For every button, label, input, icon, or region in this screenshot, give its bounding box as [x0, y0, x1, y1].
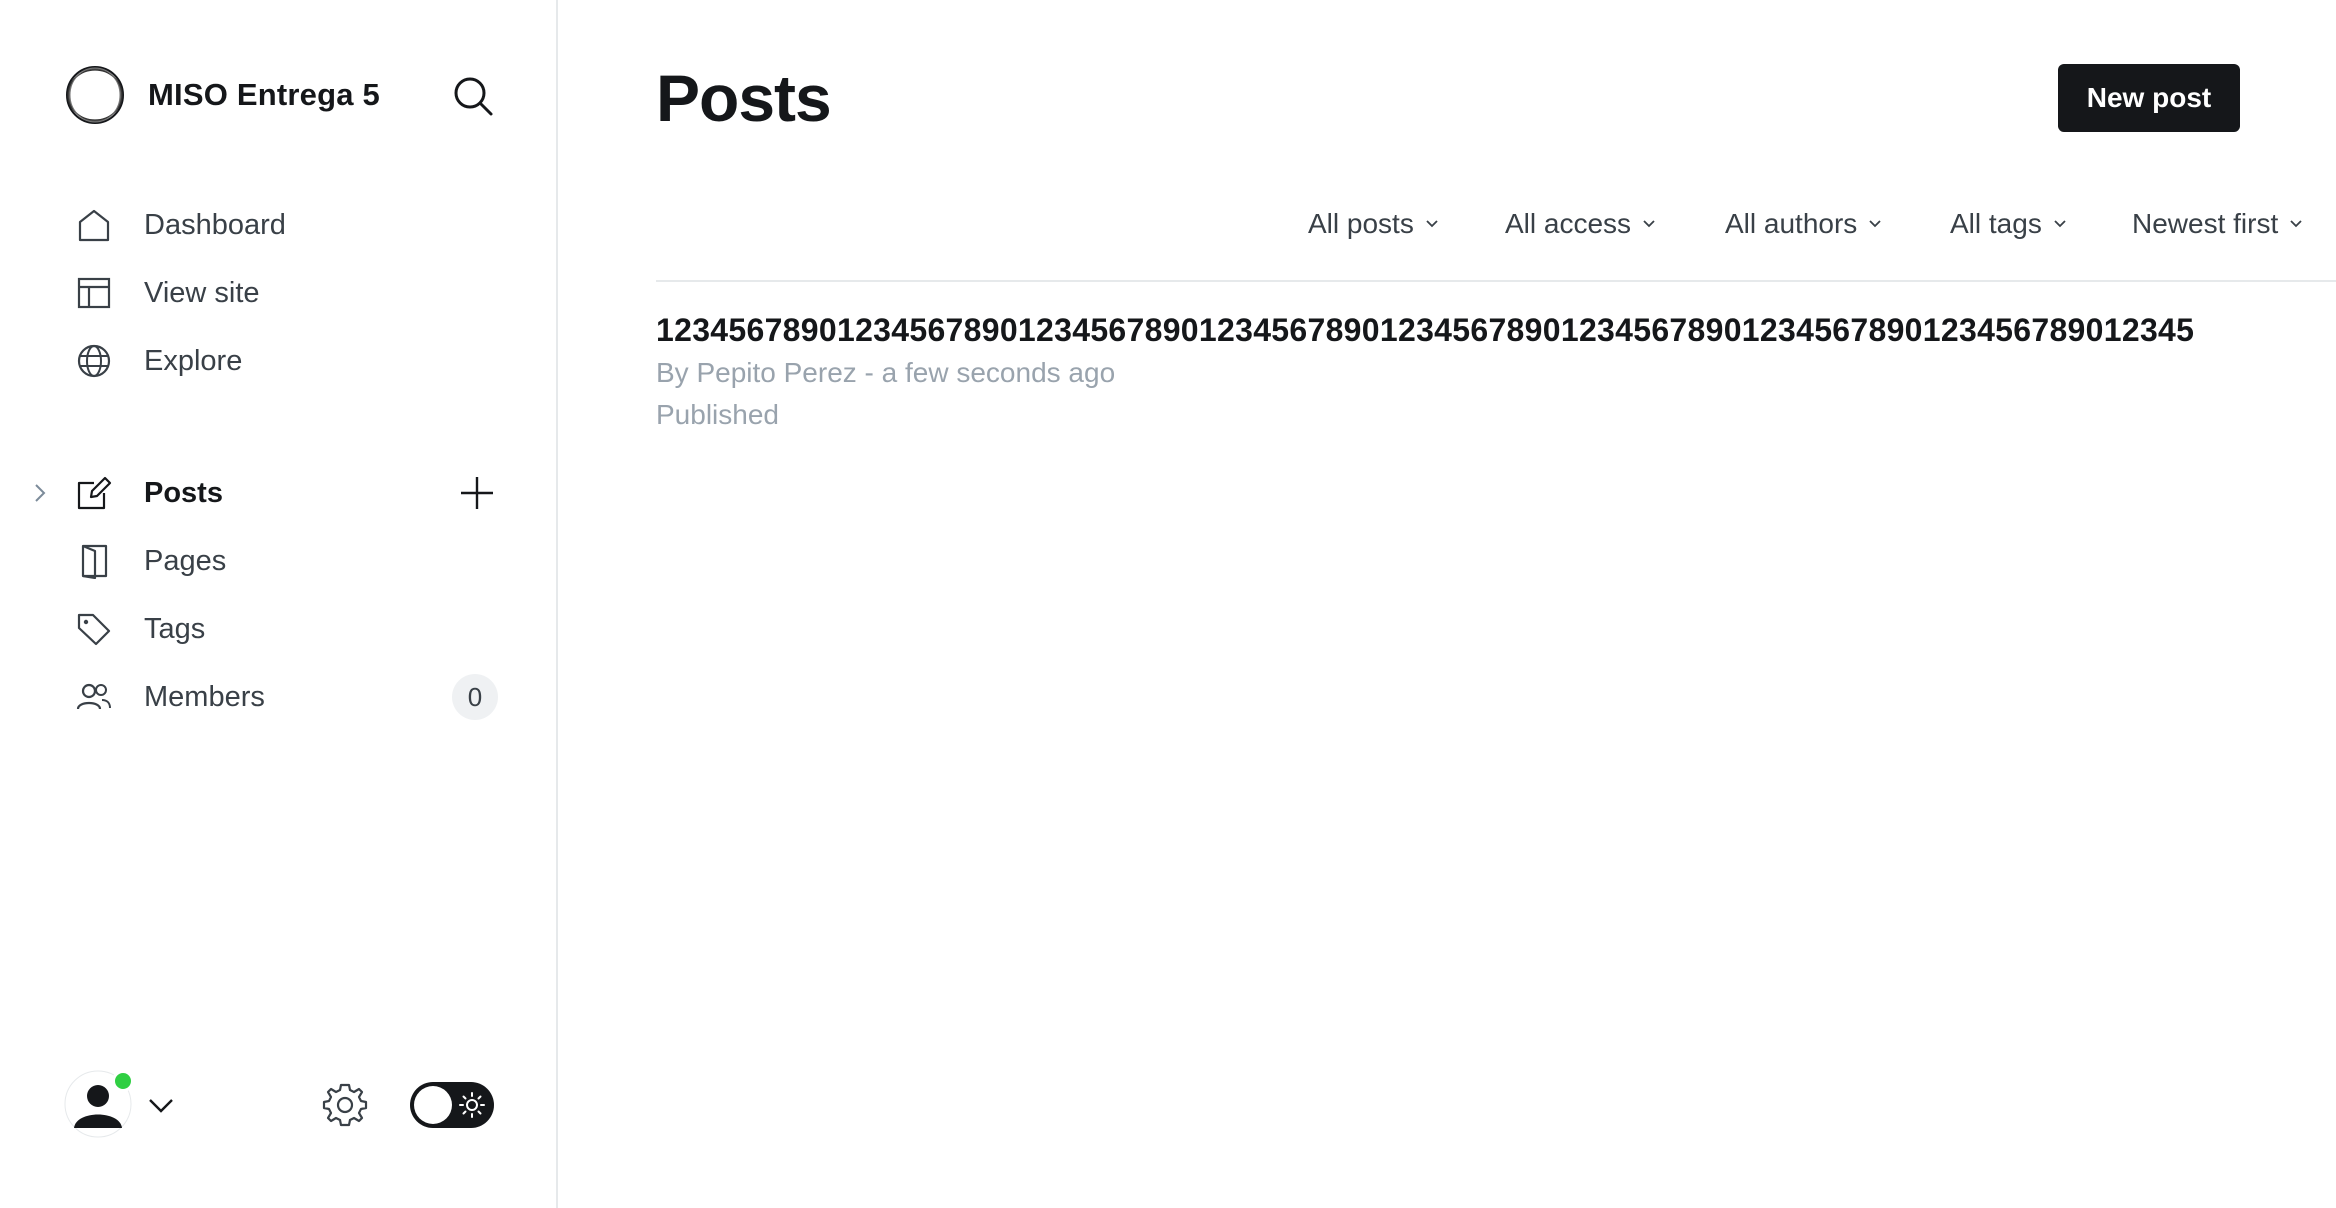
filter-bar: All posts All access All authors All tag… — [656, 190, 2336, 282]
add-post-icon[interactable] — [458, 474, 496, 512]
chevron-down-icon[interactable] — [146, 1094, 176, 1116]
sidebar-item-label: Posts — [144, 476, 223, 509]
sidebar-item-posts[interactable]: Posts — [0, 459, 558, 527]
post-status: Published — [656, 399, 779, 430]
chevron-down-icon — [2290, 220, 2302, 228]
filter-label: Newest first — [2132, 208, 2279, 239]
theme-toggle[interactable] — [410, 1082, 494, 1128]
page-title: Posts — [656, 61, 832, 135]
sidebar-item-label: Dashboard — [144, 208, 286, 241]
sidebar-item-label: Explore — [144, 344, 243, 377]
edit-icon — [77, 476, 112, 510]
sidebar-item-dashboard[interactable]: Dashboard — [0, 191, 558, 259]
filter-post-type[interactable]: All posts — [1308, 208, 1440, 240]
chevron-down-icon — [1643, 220, 1655, 228]
list-item[interactable]: 1234567890123456789012345678901234567890… — [656, 312, 2336, 431]
filter-label: All tags — [1950, 208, 2042, 239]
chevron-down-icon — [1426, 220, 1438, 228]
online-status-dot — [112, 1070, 134, 1092]
filter-access[interactable]: All access — [1505, 208, 1657, 240]
chevron-right-icon[interactable] — [30, 481, 50, 505]
content-nav: Posts Pages Tags Members 0 — [0, 459, 558, 731]
sidebar: MISO Entrega 5 Dashboard View site Explo… — [0, 0, 558, 1208]
post-title[interactable]: 1234567890123456789012345678901234567890… — [656, 312, 2336, 349]
site-name: MISO Entrega 5 — [148, 77, 380, 112]
globe-icon — [77, 344, 111, 378]
filter-label: All authors — [1725, 208, 1858, 239]
sidebar-item-pages[interactable]: Pages — [0, 527, 558, 595]
sidebar-item-tags[interactable]: Tags — [0, 595, 558, 663]
chevron-down-icon — [1869, 220, 1881, 228]
site-logo-icon — [66, 66, 124, 124]
sidebar-item-label: View site — [144, 276, 260, 309]
filter-label: All access — [1505, 208, 1632, 239]
main-content: Posts New post All posts All access All … — [560, 0, 2336, 1208]
members-icon — [76, 683, 111, 710]
site-brand[interactable]: MISO Entrega 5 — [64, 64, 380, 126]
chevron-down-icon — [2054, 220, 2066, 228]
new-post-button[interactable]: New post — [2058, 64, 2240, 132]
home-icon — [78, 209, 110, 242]
filter-sort-order[interactable]: Newest first — [2132, 208, 2304, 240]
search-icon[interactable] — [452, 75, 494, 117]
sidebar-item-label: Pages — [144, 544, 227, 577]
tag-icon — [77, 613, 111, 646]
sidebar-item-explore[interactable]: Explore — [0, 327, 558, 395]
sidebar-item-view-site[interactable]: View site — [0, 259, 558, 327]
members-count-badge: 0 — [452, 674, 498, 720]
page-icon — [81, 544, 108, 579]
layout-icon — [77, 277, 111, 309]
sidebar-item-label: Tags — [144, 612, 206, 645]
post-meta: By Pepito Perez - a few seconds ago — [656, 357, 1116, 388]
filter-tags[interactable]: All tags — [1950, 208, 2068, 240]
toggle-knob — [414, 1086, 452, 1124]
gear-icon[interactable] — [322, 1082, 368, 1128]
sidebar-footer — [0, 1070, 558, 1140]
sidebar-item-members[interactable]: Members 0 — [0, 663, 558, 731]
app-root: MISO Entrega 5 Dashboard View site Explo… — [0, 0, 2336, 1208]
sun-icon — [459, 1092, 485, 1118]
filter-label: All posts — [1308, 208, 1414, 239]
filter-authors[interactable]: All authors — [1725, 208, 1883, 240]
primary-nav: Dashboard View site Explore — [0, 191, 558, 395]
sidebar-item-label: Members — [144, 680, 265, 713]
